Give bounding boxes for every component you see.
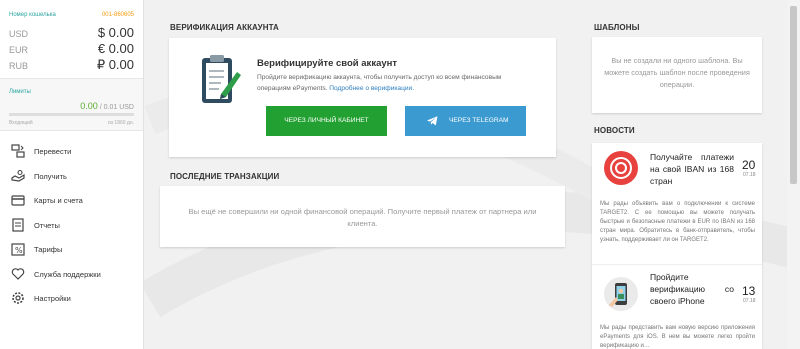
verification-more-link[interactable]: Подробнее о верификации. [329, 85, 414, 92]
sidebar-item-label: Тарифы [34, 245, 63, 254]
epayments-logo-icon [606, 153, 636, 183]
currency-amount: ₽ 0.00 [96, 57, 134, 72]
limits-incoming-label: Входящий [9, 120, 33, 126]
news-item[interactable]: Получайте платежи на свой IBAN из 168 ст… [592, 143, 762, 263]
currency-code: USD [9, 29, 29, 39]
telegram-icon [427, 116, 438, 126]
card-icon [11, 195, 25, 206]
sidebar-item-label: Перевести [34, 147, 72, 156]
limits-remaining: из 1860 дн. [107, 120, 134, 126]
telegram-button-label: ЧЕРЕЗ TELEGRAM [449, 117, 509, 124]
currency-code: EUR [9, 45, 29, 55]
verify-via-telegram-button[interactable]: ЧЕРЕЗ TELEGRAM [405, 106, 526, 136]
limits-progress-bar [9, 113, 134, 116]
sidebar-item-transfer[interactable]: Перевести [0, 140, 143, 165]
gear-icon [12, 292, 24, 304]
news-month: 07.18 [743, 172, 756, 178]
sidebar-item-cards[interactable]: Карты и счета [0, 189, 143, 214]
currency-amount: € 0.00 [97, 41, 134, 56]
verify-via-cabinet-button[interactable]: ЧЕРЕЗ ЛИЧНЫЙ КАБИНЕТ [266, 106, 387, 136]
verification-description: Пройдите верификацию аккаунта, чтобы пол… [257, 72, 519, 94]
sidebar-item-label: Настройки [34, 294, 71, 303]
heart-icon [11, 267, 25, 280]
currency-code: RUB [9, 61, 29, 71]
transactions-empty-text: Вы ещё не совершили ни одной финансовой … [188, 207, 537, 228]
svg-text:%: % [15, 246, 23, 255]
news-title: Пройдите верификацию со своего iPhone [650, 272, 734, 306]
sidebar-item-tariffs[interactable]: % Тарифы [0, 238, 143, 263]
sidebar-item-label: Получить [34, 171, 67, 181]
sidebar: Номер кошелька 001-860605 USD $ 0.00 EUR… [0, 0, 144, 349]
sidebar-item-label: Отчеты [34, 220, 60, 230]
news-section-title: НОВОСТИ [594, 126, 635, 135]
transfer-icon [11, 144, 25, 158]
sidebar-item-support[interactable]: Служба поддержки [0, 263, 143, 288]
reports-icon [12, 217, 24, 232]
limits-value: 0.00 / 0.01 USD [80, 101, 134, 111]
transactions-card: Вы ещё не совершили ни одной финансовой … [160, 186, 565, 247]
balance-rub: RUB ₽ 0.00 [9, 57, 134, 75]
news-logo [604, 277, 638, 311]
limits-label: Лимиты [9, 89, 31, 95]
sidebar-item-label: Служба поддержки [34, 269, 101, 279]
wallet-header: Номер кошелька 001-860605 [9, 12, 134, 22]
sidebar-item-reports[interactable]: Отчеты [0, 214, 143, 239]
sidebar-nav: Перевести Получить Карты и счета Отчеты [0, 140, 143, 312]
transactions-section-title: ПОСЛЕДНИЕ ТРАНЗАКЦИИ [170, 172, 280, 181]
sidebar-item-label: Карты и счета [34, 196, 83, 205]
wallet-number[interactable]: 001-860605 [102, 12, 134, 18]
templates-section-title: ШАБЛОНЫ [594, 23, 640, 32]
right-column: ШАБЛОНЫ Вы не создали ни одного шаблона.… [584, 0, 784, 349]
scrollbar-thumb[interactable] [790, 6, 797, 184]
news-month: 07.18 [743, 298, 756, 304]
page-scrollbar[interactable] [787, 0, 800, 349]
templates-empty-text: Вы не создали ни одного шаблона. Вы може… [604, 56, 750, 89]
clipboard-icon [202, 55, 241, 103]
wallet-label: Номер кошелька [9, 12, 56, 18]
news-title: Получайте платежи на свой IBAN из 168 ст… [650, 152, 734, 186]
tariffs-icon: % [11, 243, 25, 256]
news-item[interactable]: Пройдите верификацию со своего iPhone 13… [592, 264, 762, 349]
news-day: 20 [742, 158, 756, 172]
news-day: 13 [742, 284, 756, 298]
limits-current: 0.00 [80, 101, 98, 111]
receive-icon [11, 169, 25, 182]
currency-amount: $ 0.00 [97, 25, 134, 40]
news-body: Мы рады объявить вам о подключении к сис… [600, 201, 755, 243]
verification-card: Верифицируйте свой аккаунт Пройдите вери… [169, 38, 556, 157]
sidebar-item-receive[interactable]: Получить [0, 165, 143, 190]
news-card: Получайте платежи на свой IBAN из 168 ст… [592, 143, 762, 349]
news-logo [604, 151, 638, 185]
news-body: Мы рады представить вам новую версию при… [600, 325, 755, 349]
limits-panel: Лимиты 0.00 / 0.01 USD Входящий из 1860 … [0, 78, 143, 131]
sidebar-item-settings[interactable]: Настройки [0, 287, 143, 312]
limits-max: / 0.01 USD [99, 104, 134, 111]
verification-section-title: ВЕРИФИКАЦИЯ АККАУНТА [170, 23, 279, 32]
verification-title: Верифицируйте свой аккаунт [257, 58, 398, 69]
templates-card: Вы не создали ни одного шаблона. Вы може… [592, 37, 762, 113]
phone-verification-icon [605, 278, 637, 310]
